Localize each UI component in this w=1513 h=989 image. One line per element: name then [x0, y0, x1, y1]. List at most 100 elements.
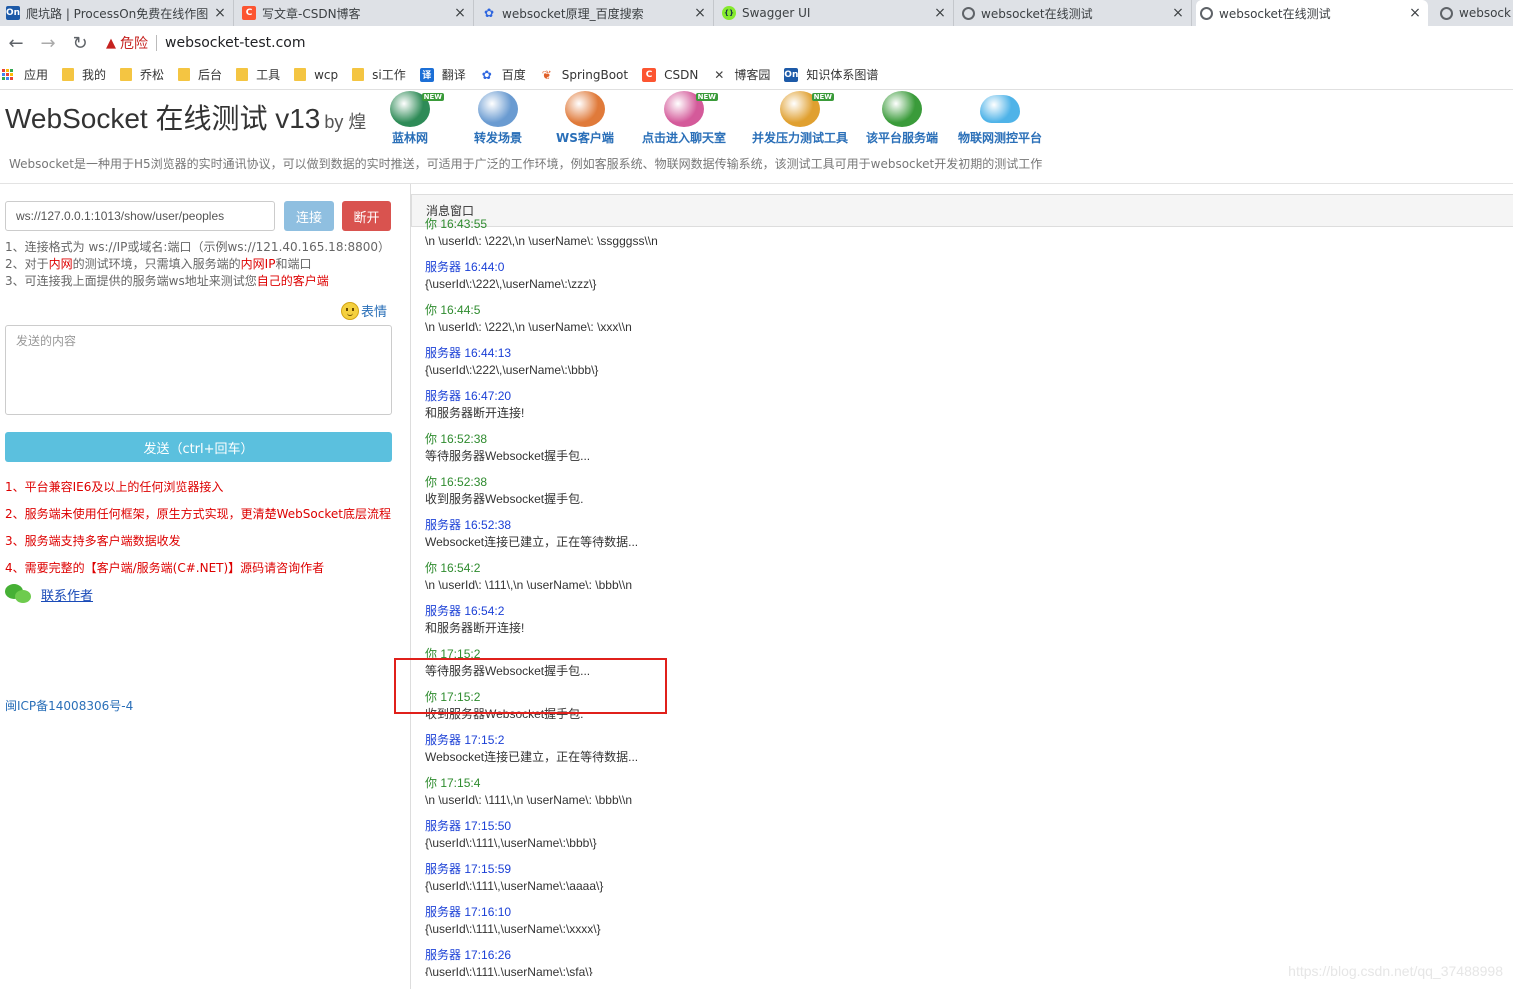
reload-icon[interactable]: ↻ [64, 33, 96, 54]
bookmark-item[interactable]: On 知识体系图谱 [784, 66, 878, 83]
message-sender-time: 服务器 17:16:10 [425, 905, 512, 919]
bookmark-item[interactable]: ❦ SpringBoot [540, 68, 628, 82]
tool-icon [980, 95, 1020, 123]
bookmark-item[interactable]: 我的 [62, 66, 106, 83]
bookmark-label: CSDN [664, 67, 699, 82]
security-status[interactable]: 危险 [120, 33, 148, 53]
message-item: 你 16:43:55 \n \userId\: \222\,\n \userNam… [425, 216, 1505, 259]
folder-icon [120, 68, 133, 81]
folder-icon [352, 68, 365, 81]
forward-arrow-icon[interactable]: → [32, 33, 64, 54]
icp-link[interactable]: 闽ICP备14008306号-4 [5, 697, 133, 714]
tool-label: 点击进入聊天室 [642, 131, 727, 145]
message-body: 和服务器断开连接! [425, 621, 525, 635]
tab-title: websocket在线测试 [981, 6, 1093, 21]
close-tab-icon[interactable]: × [1408, 5, 1422, 21]
bookmark-item[interactable]: ✕ 博客园 [712, 66, 770, 83]
tool-link[interactable]: 该平台服务端 [866, 91, 938, 146]
bookmark-item[interactable]: 译翻译 [419, 66, 466, 83]
bookmark-label: 工具 [256, 68, 281, 82]
close-tab-icon[interactable]: × [453, 5, 467, 21]
tool-icon [478, 91, 518, 127]
disconnect-button[interactable]: 断开 [342, 201, 391, 231]
ws-url-input[interactable]: ws://127.0.0.1:1013/show/user/peoples [5, 201, 275, 231]
bookmark-item[interactable]: 工具 [236, 66, 280, 83]
message-item: 你 17:15:4 \n \userId\: \111\,\n \userName… [425, 775, 1505, 818]
message-item: 你 16:52:38 收到服务器Websocket握手包. [425, 474, 1505, 517]
omnibox[interactable]: ▲ 危险 websocket-test.com [100, 29, 306, 57]
message-sender-time: 你 16:52:38 [425, 432, 488, 446]
browser-tab[interactable]: {} Swagger UI × [718, 0, 954, 26]
wechat-icon [5, 584, 33, 604]
message-body: 收到服务器Websocket握手包. [425, 707, 584, 721]
bookmark-item[interactable]: 乔松 [120, 66, 164, 83]
message-sender-time: 你 16:52:38 [425, 475, 488, 489]
message-sender-time: 服务器 17:15:50 [425, 819, 512, 833]
browser-tab[interactable]: websocket在线测试 × [1196, 0, 1428, 26]
translate-icon: 译 [419, 67, 434, 82]
folder-icon [178, 68, 191, 81]
connect-button[interactable]: 连接 [284, 201, 334, 231]
globe-icon [1200, 6, 1213, 20]
bookmark-item[interactable]: C CSDN [642, 67, 699, 82]
new-badge-icon: NEW [695, 93, 718, 101]
site-description: Websocket是一种用于H5浏览器的实时通讯协议，可以做到数据的实时推送，可… [9, 157, 1043, 171]
bookmark-item[interactable]: 后台 [178, 66, 222, 83]
close-tab-icon[interactable]: × [213, 5, 227, 21]
tab-title: 写文章-CSDN博客 [262, 6, 361, 21]
close-tab-icon[interactable]: × [693, 5, 707, 21]
message-sender-time: 你 16:43:55 [425, 217, 488, 231]
tool-link[interactable]: 转发场景 [474, 91, 522, 146]
message-sender-time: 服务器 16:44:13 [425, 346, 512, 360]
send-button[interactable]: 发送（ctrl+回车） [5, 432, 392, 462]
message-body: \n \userId\: \111\,\n \userName\: \bbb\\… [425, 578, 632, 592]
bookmark-item[interactable]: wcp [294, 68, 338, 82]
message-item: 你 17:15:2 等待服务器Websocket握手包... [425, 646, 1505, 689]
back-arrow-icon[interactable]: ← [0, 33, 32, 54]
url-text[interactable]: websocket-test.com [165, 35, 306, 51]
browser-tab[interactable]: websocket在线测试 × [958, 0, 1192, 26]
bookmark-label: si工作 [372, 68, 406, 82]
message-item: 服务器 16:44:13 {\userId\:\222\,\userName\:\… [425, 345, 1505, 388]
browser-tab[interactable]: ✿ websocket原理_百度搜索 × [478, 0, 714, 26]
browser-tab[interactable]: C 写文章-CSDN博客 × [238, 0, 474, 26]
tab-title: websock [1459, 6, 1511, 20]
bookmark-label: 乔松 [140, 68, 165, 82]
bookmark-item[interactable]: si工作 [352, 66, 406, 83]
tool-link[interactable]: NEW 并发压力测试工具 [752, 91, 848, 146]
message-body: {\userId\:\111\,\userName\:\aaaa\} [425, 879, 604, 893]
bookmark-label: SpringBoot [561, 67, 629, 82]
csdn-icon: C [642, 67, 657, 82]
tool-label: 物联网测控平台 [958, 131, 1043, 145]
message-sender-time: 服务器 17:15:59 [425, 862, 512, 876]
left-panel: ws://127.0.0.1:1013/show/user/peoples 连接… [0, 184, 410, 989]
tool-link[interactable]: 物联网测控平台 [958, 91, 1042, 146]
close-tab-icon[interactable]: × [1171, 5, 1185, 21]
bookmark-item[interactable]: 应用 [2, 66, 48, 83]
folder-icon [62, 68, 75, 81]
message-body: {\userId\:\222\,\userName\:\bbb\} [425, 363, 599, 377]
message-body: {\userId\:\111\,\userName\:\xxxx\} [425, 922, 601, 936]
contact-author-link[interactable]: 联系作者 [41, 585, 93, 604]
browser-tab[interactable]: On 爬坑路 | ProcessOn免费在线作图 × [2, 0, 234, 26]
message-sender-time: 你 17:15:4 [425, 776, 481, 790]
smiley-icon [341, 301, 359, 320]
message-body: Websocket连接已建立，正在等待数据... [425, 750, 639, 764]
send-content-textarea[interactable]: 发送的内容 [5, 325, 392, 415]
tool-link[interactable]: NEW 点击进入聊天室 [642, 91, 726, 146]
message-body: Websocket连接已建立，正在等待数据... [425, 535, 639, 549]
watermark: https://blog.csdn.net/qq_37488998 [1288, 963, 1503, 979]
message-list[interactable]: 你 16:43:55 \n \userId\: \222\,\n \userNam… [425, 216, 1505, 976]
tool-link[interactable]: NEW 蓝林网 [390, 91, 444, 146]
close-tab-icon[interactable]: × [933, 5, 947, 21]
message-sender-time: 你 16:54:2 [425, 561, 481, 575]
message-body: {\userId\:\111\,\userName\:\bbb\} [425, 836, 597, 850]
bookmarks-bar: 应用 我的 乔松 后台 工具 wcp si工作译翻译 ✿ 百度 ❦ SpringBoot C CSDN ✕… [0, 60, 1513, 90]
bookmark-item[interactable]: ✿ 百度 [480, 66, 526, 83]
site-favicon-icon: On [5, 6, 21, 20]
globe-icon [1440, 6, 1453, 20]
tool-link[interactable]: WS客户端 [556, 91, 614, 146]
browser-tab[interactable]: websock [1436, 0, 1513, 26]
warning-triangle-icon[interactable]: ▲ [106, 36, 116, 51]
emoji-button[interactable]: 表情 [341, 301, 387, 320]
